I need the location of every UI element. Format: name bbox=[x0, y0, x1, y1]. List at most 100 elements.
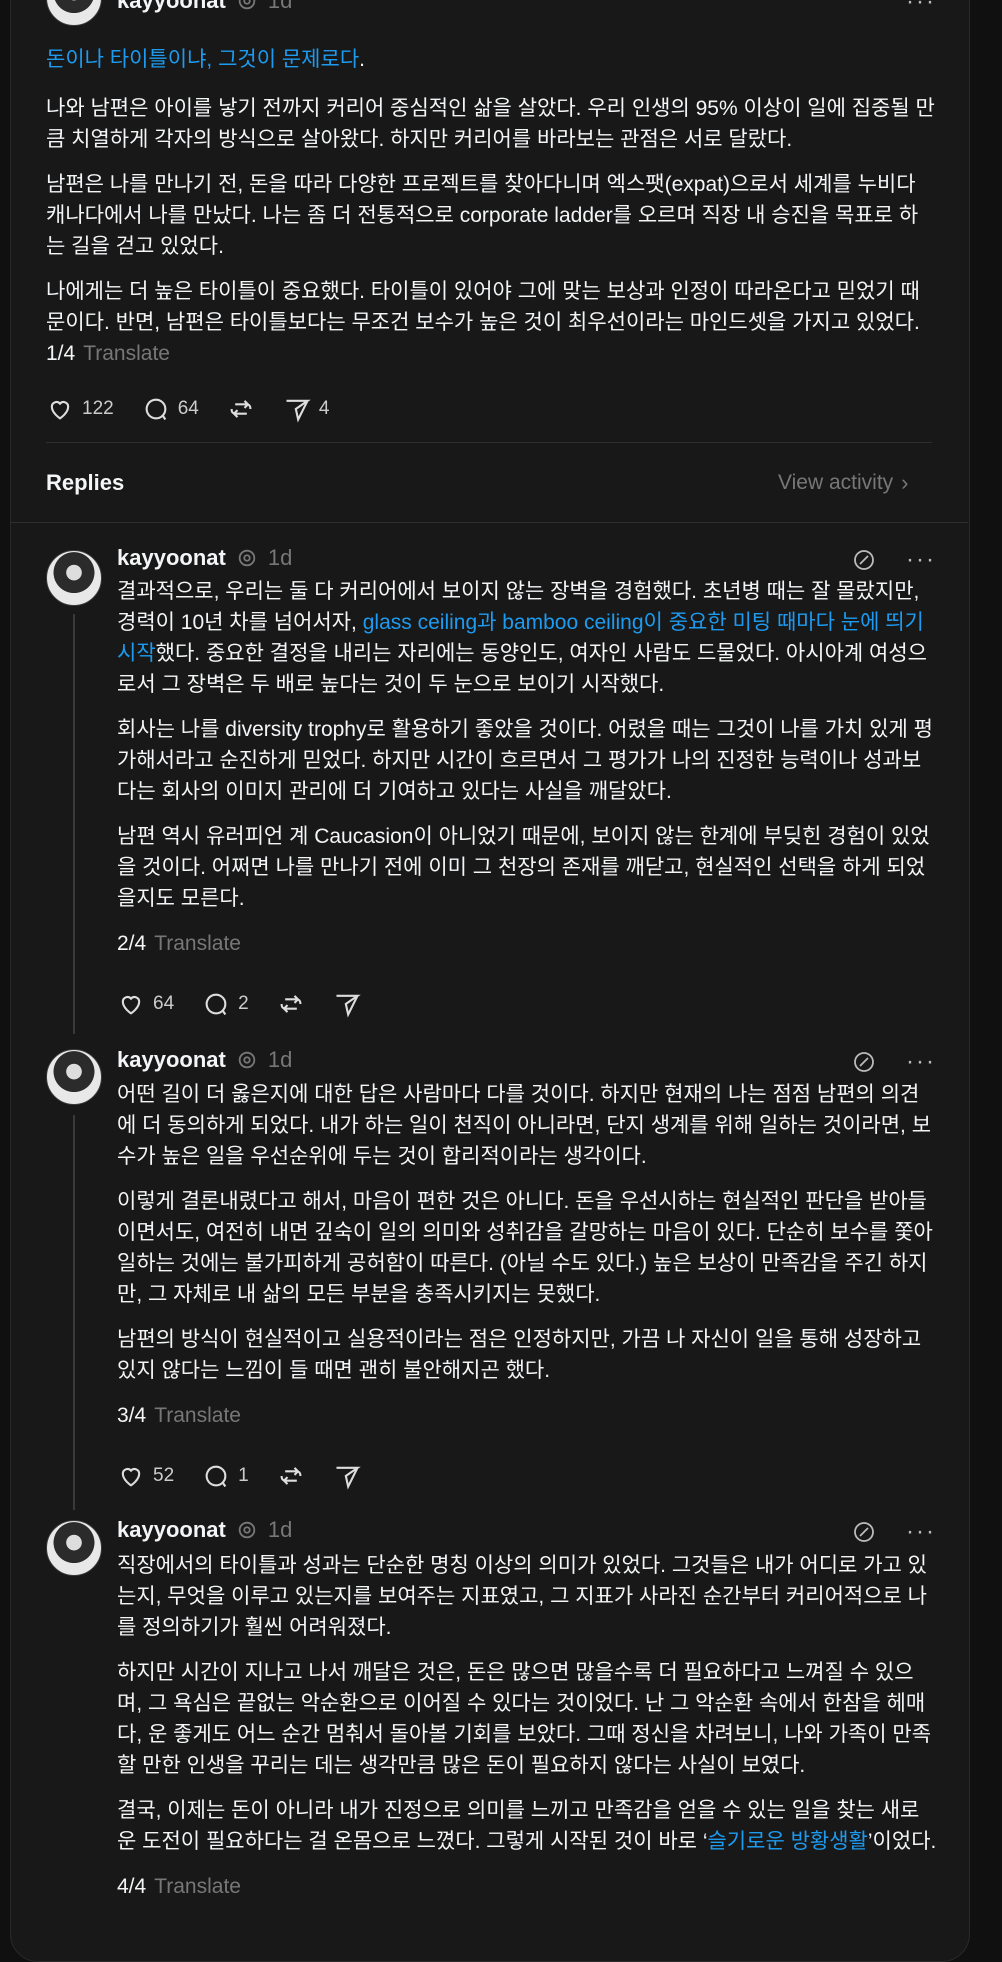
post-paragraph: 나에게는 더 높은 타이틀이 중요했다. 타이틀이 있어야 그에 맞는 보상과 … bbox=[46, 280, 920, 334]
translate-link[interactable]: Translate bbox=[154, 1875, 241, 1898]
post-header: kayyoonat 1d bbox=[117, 545, 292, 571]
page-indicator: 4/4 bbox=[117, 1875, 147, 1898]
reply-paragraph: 남편의 방식이 현실적이고 실용적이라는 점은 인정하지만, 가끔 나 자신이 … bbox=[117, 1328, 922, 1382]
verified-threads-icon bbox=[238, 0, 256, 10]
like-button[interactable]: 64 bbox=[117, 990, 174, 1018]
comment-count: 2 bbox=[238, 993, 249, 1014]
edit-icon[interactable] bbox=[852, 1050, 876, 1074]
heart-icon bbox=[50, 401, 70, 420]
repost-button[interactable] bbox=[227, 395, 255, 423]
comment-button[interactable]: 64 bbox=[142, 395, 199, 423]
share-button[interactable] bbox=[333, 990, 361, 1018]
repost-button[interactable] bbox=[277, 1462, 305, 1490]
reply-actions: 52 1 bbox=[117, 1462, 361, 1490]
post-title-suffix: . bbox=[359, 48, 365, 71]
translate-link[interactable]: Translate bbox=[154, 1404, 241, 1427]
reply-paragraph: 직장에서의 타이틀과 성과는 단순한 명칭 이상의 의미가 있었다. 그것들은 … bbox=[117, 1554, 928, 1639]
post-actions-top: ··· bbox=[852, 1518, 936, 1546]
username[interactable]: kayyoonat bbox=[117, 545, 226, 571]
comment-button[interactable]: 1 bbox=[202, 1462, 249, 1490]
send-icon bbox=[286, 399, 311, 423]
reply-body: 직장에서의 타이틀과 성과는 단순한 명칭 이상의 의미가 있었다. 그것들은 … bbox=[117, 1550, 937, 1902]
translate-link[interactable]: Translate bbox=[154, 932, 241, 955]
reply-paragraph: 했다. 중요한 결정을 내리는 자리에는 동양인도, 여자인 사람도 드물었다.… bbox=[117, 642, 928, 696]
post-title-link[interactable]: 돈이나 타이틀이냐, 그것이 문제로다 bbox=[46, 48, 359, 71]
comment-button[interactable]: 2 bbox=[202, 990, 249, 1018]
verified-threads-icon bbox=[238, 1521, 256, 1539]
verified-threads-icon bbox=[238, 1051, 256, 1069]
more-icon[interactable]: ··· bbox=[906, 1518, 936, 1546]
translate-link[interactable]: Translate bbox=[83, 342, 170, 365]
chevron-right-icon: › bbox=[901, 470, 909, 495]
username[interactable]: kayyoonat bbox=[117, 1517, 226, 1543]
reply-body: 결과적으로, 우리는 둘 다 커리어에서 보이지 않는 장벽을 경험했다. 초년… bbox=[117, 576, 937, 959]
send-icon bbox=[336, 994, 361, 1018]
like-count: 122 bbox=[82, 398, 114, 419]
edit-icon[interactable] bbox=[852, 1520, 876, 1544]
comment-icon bbox=[145, 398, 167, 421]
reply-paragraph: 남편 역시 유러피언 계 Caucasion이 아니었기 때문에, 보이지 않는… bbox=[117, 825, 930, 910]
thread-line bbox=[73, 614, 75, 1034]
reply-paragraph: 회사는 나를 diversity trophy로 활용하기 좋았을 것이다. 어… bbox=[117, 718, 933, 803]
post-time: 1d bbox=[267, 1517, 293, 1542]
username[interactable]: kayyoonat bbox=[117, 1047, 226, 1073]
view-activity-label: View activity bbox=[778, 471, 894, 494]
divider bbox=[46, 442, 932, 443]
post-header: kayyoonat 1d bbox=[117, 0, 292, 14]
thread-line bbox=[73, 1115, 75, 1510]
repost-icon bbox=[230, 400, 252, 418]
like-count: 64 bbox=[153, 993, 175, 1014]
more-icon[interactable]: ··· bbox=[906, 0, 936, 16]
comment-icon bbox=[205, 993, 227, 1016]
verified-threads-icon bbox=[238, 549, 256, 567]
page-indicator: 2/4 bbox=[117, 932, 147, 955]
comment-icon bbox=[205, 1465, 227, 1488]
username[interactable]: kayyoonat bbox=[117, 0, 226, 14]
share-button[interactable] bbox=[333, 1462, 361, 1490]
view-activity-link[interactable]: View activity › bbox=[778, 470, 908, 496]
post-header: kayyoonat 1d bbox=[117, 1517, 292, 1543]
reply-body: 어떤 길이 더 옳은지에 대한 답은 사람마다 다를 것이다. 하지만 현재의 … bbox=[117, 1079, 937, 1431]
edit-icon[interactable] bbox=[852, 548, 876, 572]
more-icon[interactable]: ··· bbox=[906, 1048, 936, 1076]
avatar[interactable] bbox=[46, 550, 102, 606]
reply-paragraph: 어떤 길이 더 옳은지에 대한 답은 사람마다 다를 것이다. 하지만 현재의 … bbox=[117, 1083, 932, 1168]
post-actions-top: ··· bbox=[852, 1048, 936, 1076]
like-button[interactable]: 52 bbox=[117, 1462, 174, 1490]
post-pagination: 1/4 Translate bbox=[46, 338, 936, 369]
share-count: 4 bbox=[318, 398, 330, 419]
like-count: 52 bbox=[153, 1465, 175, 1486]
more-icon[interactable]: ··· bbox=[906, 546, 936, 574]
comment-count: 64 bbox=[177, 398, 199, 419]
post-actions: 122 64 4 bbox=[46, 395, 329, 423]
post-time: 1d bbox=[267, 1047, 293, 1072]
heart-icon bbox=[121, 1468, 141, 1487]
repost-icon bbox=[280, 1467, 302, 1485]
repost-icon bbox=[280, 995, 302, 1013]
reply-actions: 64 2 bbox=[117, 990, 361, 1018]
reply-paragraph: 하지만 시간이 지나고 나서 깨달은 것은, 돈은 많으면 많을수록 더 필요하… bbox=[117, 1661, 932, 1777]
repost-button[interactable] bbox=[277, 990, 305, 1018]
post-paragraph: 나와 남편은 아이를 낳기 전까지 커리어 중심적인 삶을 살았다. 우리 인생… bbox=[46, 97, 935, 151]
replies-heading: Replies bbox=[46, 470, 125, 495]
post-header: kayyoonat 1d bbox=[117, 1047, 292, 1073]
post-actions-top: ··· bbox=[852, 546, 936, 574]
post-menu: ··· bbox=[906, 0, 936, 16]
like-button[interactable]: 122 bbox=[46, 395, 114, 423]
post-pagination: 2/4 Translate bbox=[117, 928, 937, 959]
post-paragraph: 남편은 나를 만나기 전, 돈을 따라 다양한 프로젝트를 찾아다니며 엑스팻(… bbox=[46, 173, 919, 258]
post-body: 돈이나 타이틀이냐, 그것이 문제로다. 나와 남편은 아이를 낳기 전까지 커… bbox=[46, 44, 936, 369]
page-indicator: 1/4 bbox=[46, 342, 76, 365]
reply-paragraph: 이렇게 결론내렸다고 해서, 마음이 편한 것은 아니다. 돈을 우선시하는 현… bbox=[117, 1190, 933, 1306]
reply-link[interactable]: 슬기로운 방황생활 bbox=[707, 1830, 867, 1853]
send-icon bbox=[336, 1466, 361, 1490]
post-pagination: 4/4 Translate bbox=[117, 1871, 937, 1902]
avatar[interactable] bbox=[46, 1520, 102, 1576]
post-time: 1d bbox=[267, 0, 293, 13]
post-pagination: 3/4 Translate bbox=[117, 1400, 937, 1431]
avatar[interactable] bbox=[46, 1049, 102, 1105]
page-indicator: 3/4 bbox=[117, 1404, 147, 1427]
share-button[interactable]: 4 bbox=[283, 395, 330, 423]
comment-count: 1 bbox=[238, 1465, 249, 1486]
heart-icon bbox=[121, 996, 141, 1015]
